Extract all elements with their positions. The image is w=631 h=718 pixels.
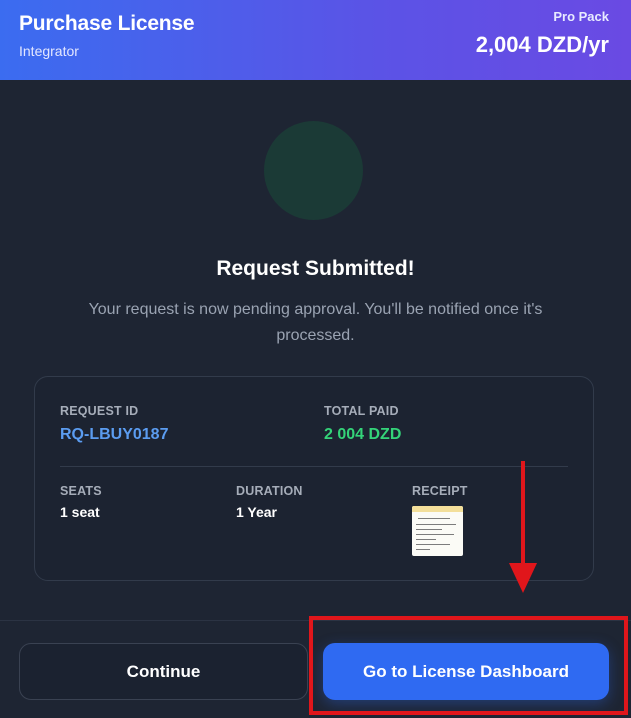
annotation-arrow-head — [509, 563, 537, 593]
modal-header: Purchase License Integrator Pro Pack 2,0… — [0, 0, 631, 80]
total-paid-label: TOTAL PAID — [324, 404, 399, 418]
request-details-card: REQUEST ID RQ-LBUY0187 TOTAL PAID 2 004 … — [34, 376, 594, 581]
total-paid-value: 2 004 DZD — [324, 426, 402, 443]
dashboard-button[interactable]: Go to License Dashboard — [323, 643, 609, 700]
details-divider — [60, 466, 568, 467]
duration-label: DURATION — [236, 484, 303, 498]
plan-price: 2,004 DZD/yr — [475, 32, 609, 57]
modal-title: Purchase License — [19, 12, 195, 35]
footer-divider — [0, 620, 631, 621]
request-id-value: RQ-LBUY0187 — [60, 426, 169, 443]
status-message: Your request is now pending approval. Yo… — [88, 301, 543, 344]
plan-name: Pro Pack — [553, 9, 609, 24]
seats-value: 1 seat — [60, 504, 100, 520]
receipt-thumbnail[interactable] — [412, 506, 463, 556]
modal-subtitle: Integrator — [19, 43, 79, 59]
seats-label: SEATS — [60, 484, 102, 498]
receipt-label: RECEIPT — [412, 484, 468, 498]
continue-button[interactable]: Continue — [19, 643, 308, 700]
status-icon-circle — [264, 121, 363, 220]
annotation-arrow-shaft — [521, 461, 525, 571]
duration-value: 1 Year — [236, 504, 278, 520]
request-id-label: REQUEST ID — [60, 404, 139, 418]
status-heading: Request Submitted! — [216, 257, 415, 280]
